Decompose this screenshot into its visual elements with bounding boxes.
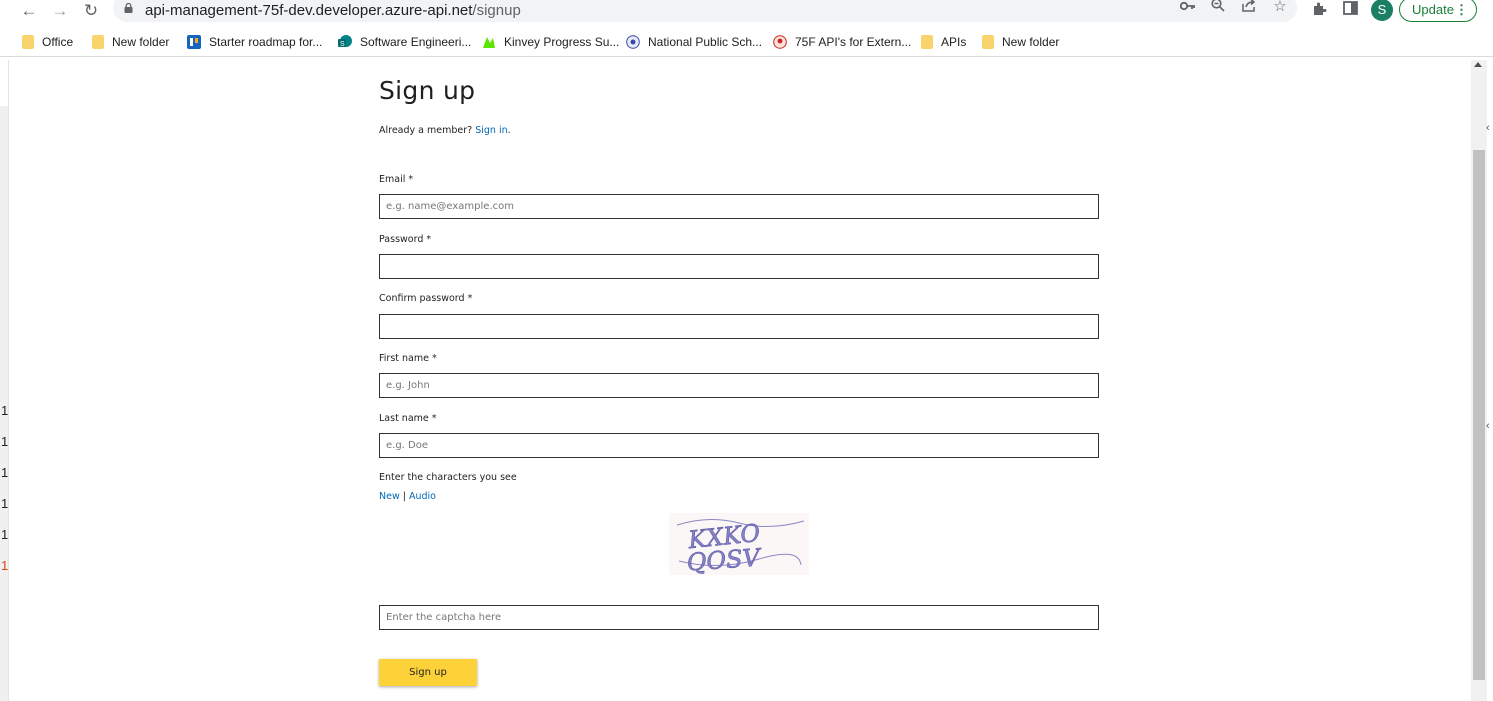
- bookmark-new-folder-2[interactable]: New folder: [982, 33, 1059, 51]
- sign-in-link[interactable]: Sign in: [475, 125, 507, 136]
- captcha-text-line-2: QOSV: [686, 543, 764, 575]
- page-viewport: 1 1 1 1 1 1 Sign up Already a member? Si…: [0, 60, 1493, 701]
- first-name-field[interactable]: [379, 373, 1099, 398]
- lock-icon: [124, 3, 133, 13]
- captcha-image: KXKO QOSV: [669, 513, 809, 577]
- captcha-input[interactable]: [379, 605, 1099, 630]
- background-text: 1: [1, 527, 9, 542]
- folder-icon: [982, 35, 994, 49]
- background-window-edge: ‹: [1486, 122, 1490, 134]
- zoom-icon[interactable]: [1208, 0, 1228, 16]
- sharepoint-icon: S: [338, 35, 352, 48]
- menu-dots-icon[interactable]: ⋮: [1455, 0, 1468, 21]
- captcha-label: Enter the characters you see: [379, 472, 517, 483]
- star-icon[interactable]: ☆: [1270, 0, 1290, 16]
- password-label: Password *: [379, 234, 432, 245]
- side-panel-icon[interactable]: [1339, 1, 1361, 21]
- background-text: 1: [1, 403, 9, 418]
- captcha-new-link[interactable]: New: [379, 491, 400, 502]
- back-icon[interactable]: ←: [18, 1, 40, 21]
- update-button[interactable]: Update ⋮: [1399, 0, 1477, 22]
- folder-icon: [92, 35, 104, 49]
- reload-icon[interactable]: ↻: [80, 1, 102, 21]
- extensions-icon[interactable]: [1308, 1, 1330, 21]
- address-bar[interactable]: api-management-75f-dev.developer.azure-a…: [113, 0, 1297, 22]
- captcha-links: New | Audio: [379, 491, 436, 502]
- scrollbar-thumb[interactable]: [1473, 150, 1485, 680]
- sign-up-button[interactable]: Sign up: [379, 659, 477, 686]
- background-text: 1: [1, 496, 9, 511]
- password-field[interactable]: [379, 254, 1099, 279]
- folder-icon: [921, 35, 933, 49]
- svg-text:S: S: [340, 41, 345, 48]
- email-label: Email *: [379, 174, 414, 185]
- last-name-field[interactable]: [379, 433, 1099, 458]
- confirm-password-label: Confirm password *: [379, 293, 473, 304]
- school-icon: [626, 35, 640, 49]
- first-name-label: First name *: [379, 353, 437, 364]
- bookmarks-bar: Office New folder Starter roadmap for...…: [0, 28, 1493, 57]
- bookmark-office[interactable]: Office: [22, 33, 73, 51]
- scroll-up-arrow-icon[interactable]: [1474, 62, 1482, 67]
- captcha-audio-link[interactable]: Audio: [409, 491, 436, 502]
- profile-avatar[interactable]: S: [1371, 0, 1393, 21]
- last-name-label: Last name *: [379, 413, 437, 424]
- share-icon[interactable]: [1239, 0, 1259, 16]
- bookmark-kinvey[interactable]: Kinvey Progress Su...: [482, 33, 619, 51]
- confirm-password-field[interactable]: [379, 314, 1099, 339]
- bookmark-national-public-school[interactable]: National Public Sch...: [626, 33, 762, 51]
- background-text: 1: [1, 558, 9, 573]
- background-text: 1: [1, 434, 9, 449]
- already-member-text: Already a member? Sign in.: [379, 125, 511, 136]
- roadmap-icon: [187, 35, 201, 49]
- kinvey-icon: [483, 37, 495, 48]
- bookmark-apis[interactable]: APIs: [921, 33, 966, 51]
- page-title: Sign up: [379, 76, 476, 105]
- background-window-edge: ‹: [1486, 420, 1490, 432]
- background-text: 1: [1, 465, 9, 480]
- 75f-icon: [773, 35, 787, 49]
- browser-toolbar: ← → ↻ api-management-75f-dev.developer.a…: [0, 0, 1493, 24]
- bookmark-new-folder[interactable]: New folder: [92, 33, 169, 51]
- bookmark-starter-roadmap[interactable]: Starter roadmap for...: [187, 33, 322, 51]
- bookmark-75f-apis[interactable]: 75F API's for Extern...: [773, 33, 911, 51]
- key-icon[interactable]: [1178, 0, 1198, 16]
- email-field[interactable]: [379, 194, 1099, 219]
- bookmark-software-engineering[interactable]: S Software Engineeri...: [338, 33, 471, 51]
- forward-icon[interactable]: →: [49, 1, 71, 21]
- background-window-edge: [0, 60, 9, 701]
- url-text: api-management-75f-dev.developer.azure-a…: [145, 2, 521, 19]
- folder-icon: [22, 35, 34, 49]
